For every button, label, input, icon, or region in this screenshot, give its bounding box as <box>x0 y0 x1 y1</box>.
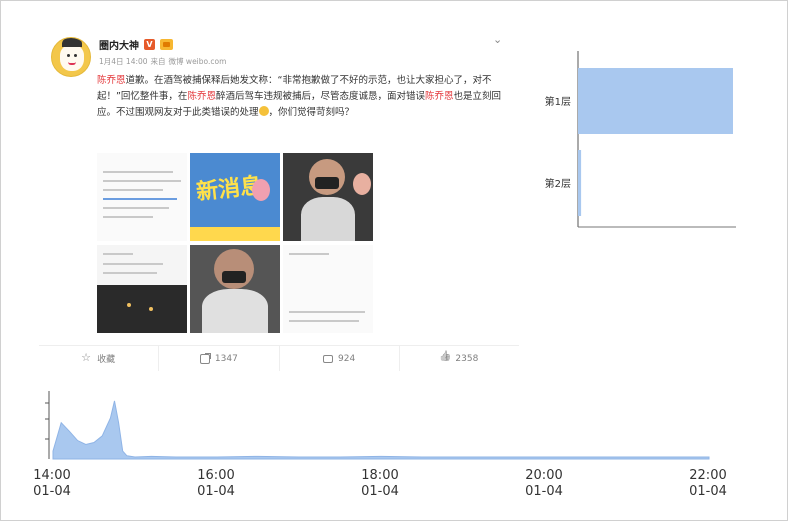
floor-bar-chart: 第1层第2层 <box>545 51 736 228</box>
grin-emoji-icon <box>258 106 269 116</box>
like-count: 2358 <box>455 353 479 364</box>
post-image-thumbnail[interactable] <box>97 153 187 241</box>
comment-count: 924 <box>338 353 356 364</box>
user-name-row: 圈内大神 V <box>99 37 173 52</box>
comment-button[interactable]: 924 <box>280 346 400 371</box>
post-image-thumbnail[interactable] <box>283 153 373 241</box>
post-source-prefix: 来自 <box>150 57 166 66</box>
post-image-thumbnail[interactable]: 新消息 <box>190 153 280 241</box>
timeline-tick-date: 01-04 <box>361 484 399 499</box>
timeline-area <box>52 400 710 460</box>
timeline-tick-date: 01-04 <box>525 484 563 499</box>
timeline-tick-time: 22:00 <box>689 468 726 483</box>
timeline-tick-time: 20:00 <box>525 468 562 483</box>
chart-bar <box>578 150 582 216</box>
avatar-hat <box>62 38 82 47</box>
like-button[interactable]: 2358 <box>400 346 519 371</box>
verified-v-icon: V <box>144 39 155 50</box>
mention-link[interactable]: 陈乔恩 <box>97 75 126 86</box>
weibo-post-card: 圈内大神 V 1月4日 14:00 来自 微博 weibo.com ⌄ 陈乔恩道… <box>39 27 519 372</box>
screenshot-frame: 圈内大神 V 1月4日 14:00 来自 微博 weibo.com ⌄ 陈乔恩道… <box>0 0 788 521</box>
user-avatar[interactable] <box>51 37 91 77</box>
post-image-grid: 新消息 <box>97 153 373 335</box>
comment-icon <box>323 354 334 363</box>
chart-category-label: 第2层 <box>545 177 571 190</box>
favorite-label: 收藏 <box>97 355 116 365</box>
chart-bar <box>578 68 733 134</box>
avatar-eye <box>67 54 70 57</box>
mention-link[interactable]: 陈乔恩 <box>187 91 216 102</box>
post-image-thumbnail[interactable] <box>283 245 373 333</box>
star-icon <box>81 351 92 364</box>
post-text-segment: 醉酒后驾车违规被捕后，尽管态度诚恳，面对错误 <box>215 91 425 102</box>
timeline-tick-date: 01-04 <box>197 484 235 499</box>
post-source: 微博 weibo.com <box>168 57 227 66</box>
avatar-eye <box>74 54 77 57</box>
post-action-bar: 收藏 1347 924 2358 <box>39 345 519 371</box>
timeline-tick-time: 16:00 <box>197 468 234 483</box>
share-icon <box>199 352 211 364</box>
chart-category-label: 第1层 <box>545 95 571 108</box>
timeline-tick-date: 01-04 <box>689 484 727 499</box>
timeline-area-chart: 14:0001-0416:0001-0418:0001-0420:0001-04… <box>33 391 727 499</box>
post-image-thumbnail[interactable] <box>190 245 280 333</box>
like-icon <box>440 354 450 364</box>
repost-button[interactable]: 1347 <box>159 346 280 371</box>
post-meta: 1月4日 14:00 来自 微博 weibo.com <box>99 56 226 67</box>
chevron-down-icon[interactable]: ⌄ <box>493 33 502 46</box>
timeline-tick-time: 18:00 <box>361 468 398 483</box>
post-date: 1月4日 14:00 <box>99 57 148 66</box>
post-image-thumbnail[interactable] <box>97 245 187 333</box>
avatar-face <box>60 45 84 71</box>
favorite-button[interactable]: 收藏 <box>39 346 160 371</box>
timeline-tick-date: 01-04 <box>33 484 71 499</box>
timeline-tick-time: 14:00 <box>33 468 70 483</box>
username-link[interactable]: 圈内大神 <box>99 37 139 52</box>
repost-count: 1347 <box>214 353 238 364</box>
post-text-segment: ，你们觉得苛刻吗？ <box>268 107 355 118</box>
mention-link[interactable]: 陈乔恩 <box>425 91 454 102</box>
post-text: 陈乔恩道歉。在酒驾被捕保释后她发文称：“非常抱歉做了不好的示范，也让大家担心了，… <box>97 73 507 121</box>
member-crown-icon <box>160 39 173 50</box>
